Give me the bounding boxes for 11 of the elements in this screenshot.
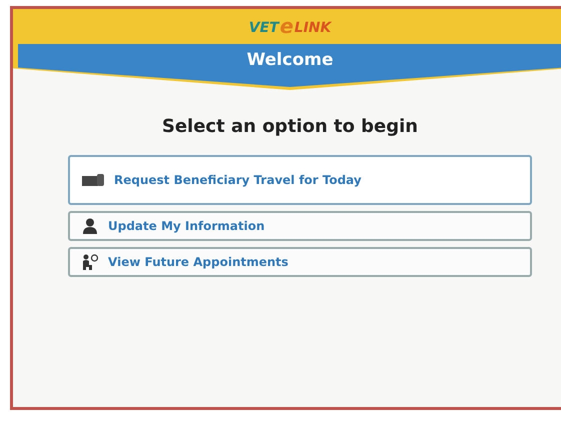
person-icon xyxy=(82,218,98,234)
option-button[interactable]: Update My Information xyxy=(68,211,532,241)
option-button[interactable]: Request Beneficiary Travel for Today xyxy=(68,155,532,205)
banner-title: Welcome xyxy=(246,50,334,70)
person-clock-icon xyxy=(82,254,98,270)
option-button[interactable]: View Future Appointments xyxy=(68,247,532,277)
logo-text: e xyxy=(280,16,294,36)
page-heading: Select an option to begin xyxy=(161,116,419,137)
wallet-icon xyxy=(82,174,104,186)
logo-text: LINK xyxy=(294,20,332,36)
logo-text: VET xyxy=(248,20,279,36)
